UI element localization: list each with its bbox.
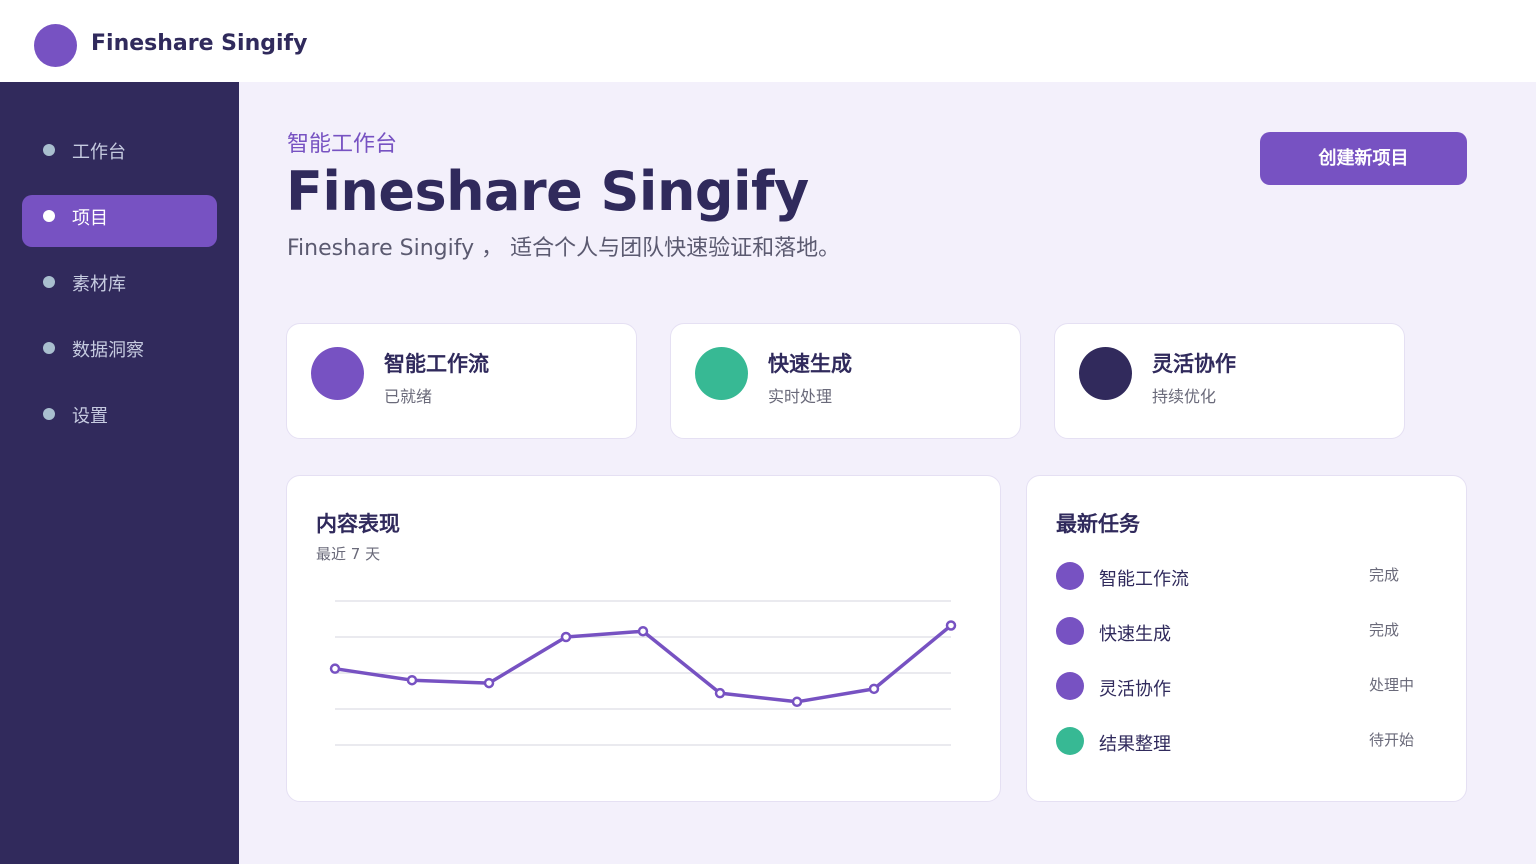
task-name: 结果整理 bbox=[1099, 734, 1171, 755]
task-name: 快速生成 bbox=[1099, 624, 1171, 645]
tasks-panel: 最新任务 智能工作流 完成 快速生成 完成 灵活协作 处理中 结果整理 待开始 bbox=[1026, 475, 1467, 802]
task-status-dot-icon bbox=[1056, 617, 1084, 645]
sidebar-item-label: 设置 bbox=[72, 406, 108, 427]
task-status-dot-icon bbox=[1056, 672, 1084, 700]
create-project-button[interactable]: 创建新项目 bbox=[1260, 132, 1467, 185]
task-status-dot-icon bbox=[1056, 727, 1084, 755]
chart-point[interactable] bbox=[406, 674, 418, 686]
task-status: 完成 bbox=[1369, 621, 1400, 639]
bullet-icon bbox=[43, 276, 55, 288]
sidebar-item-label: 素材库 bbox=[72, 274, 126, 295]
workflow-icon bbox=[311, 347, 364, 400]
page-subtitle: Fineshare Singify ， 适合个人与团队快速验证和落地。 bbox=[287, 236, 841, 261]
sidebar-item-projects[interactable]: 项目 bbox=[22, 195, 217, 247]
task-status: 完成 bbox=[1369, 566, 1400, 584]
generate-icon bbox=[695, 347, 748, 400]
chart-point[interactable] bbox=[791, 696, 803, 708]
chart-point[interactable] bbox=[637, 625, 649, 637]
sidebar: 工作台 项目 素材库 数据洞察 设置 bbox=[0, 82, 239, 864]
top-bar: Fineshare Singify bbox=[0, 0, 1536, 82]
chart-point[interactable] bbox=[868, 683, 880, 695]
task-row[interactable]: 结果整理 待开始 bbox=[1056, 724, 1436, 758]
task-row[interactable]: 快速生成 完成 bbox=[1056, 614, 1436, 648]
chart-point[interactable] bbox=[714, 687, 726, 699]
stat-subtitle: 已就绪 bbox=[384, 387, 433, 406]
sidebar-item-label: 数据洞察 bbox=[72, 340, 144, 361]
chart-point[interactable] bbox=[560, 631, 572, 643]
sidebar-item-assets[interactable]: 素材库 bbox=[22, 255, 217, 307]
sidebar-item-label: 工作台 bbox=[72, 142, 126, 163]
bullet-icon bbox=[43, 144, 55, 156]
sidebar-item-label: 项目 bbox=[72, 208, 108, 229]
chart-point[interactable] bbox=[483, 677, 495, 689]
sidebar-item-workbench[interactable]: 工作台 bbox=[22, 123, 217, 175]
task-status-dot-icon bbox=[1056, 562, 1084, 590]
brand-logo[interactable] bbox=[34, 24, 77, 67]
task-name: 智能工作流 bbox=[1099, 569, 1189, 590]
brand-name[interactable]: Fineshare Singify bbox=[91, 31, 307, 56]
stat-card-collab[interactable]: 灵活协作 持续优化 bbox=[1054, 323, 1405, 439]
sidebar-item-insights[interactable]: 数据洞察 bbox=[22, 321, 217, 373]
stat-title: 智能工作流 bbox=[384, 352, 489, 376]
stat-title: 灵活协作 bbox=[1152, 352, 1236, 376]
task-status: 待开始 bbox=[1369, 731, 1415, 749]
stat-subtitle: 持续优化 bbox=[1152, 387, 1217, 406]
stat-card-workflow[interactable]: 智能工作流 已就绪 bbox=[286, 323, 637, 439]
stat-subtitle: 实时处理 bbox=[768, 387, 833, 406]
bullet-icon bbox=[43, 342, 55, 354]
chart-point[interactable] bbox=[945, 620, 957, 631]
panel-title: 最新任务 bbox=[1056, 512, 1140, 536]
stat-card-generate[interactable]: 快速生成 实时处理 bbox=[670, 323, 1021, 439]
page-eyebrow: 智能工作台 bbox=[287, 132, 398, 157]
collaboration-icon bbox=[1079, 347, 1132, 400]
task-name: 灵活协作 bbox=[1099, 679, 1171, 700]
stat-title: 快速生成 bbox=[768, 352, 852, 376]
bullet-icon bbox=[43, 408, 55, 420]
bullet-icon bbox=[43, 210, 55, 222]
performance-panel: 内容表现 最近 7 天 bbox=[286, 475, 1001, 802]
page-title: Fineshare Singify bbox=[286, 160, 809, 223]
sidebar-item-settings[interactable]: 设置 bbox=[22, 387, 217, 439]
line-chart bbox=[329, 600, 957, 746]
task-row[interactable]: 智能工作流 完成 bbox=[1056, 559, 1436, 593]
task-status: 处理中 bbox=[1369, 676, 1415, 694]
chart-point[interactable] bbox=[329, 663, 341, 674]
task-row[interactable]: 灵活协作 处理中 bbox=[1056, 669, 1436, 703]
